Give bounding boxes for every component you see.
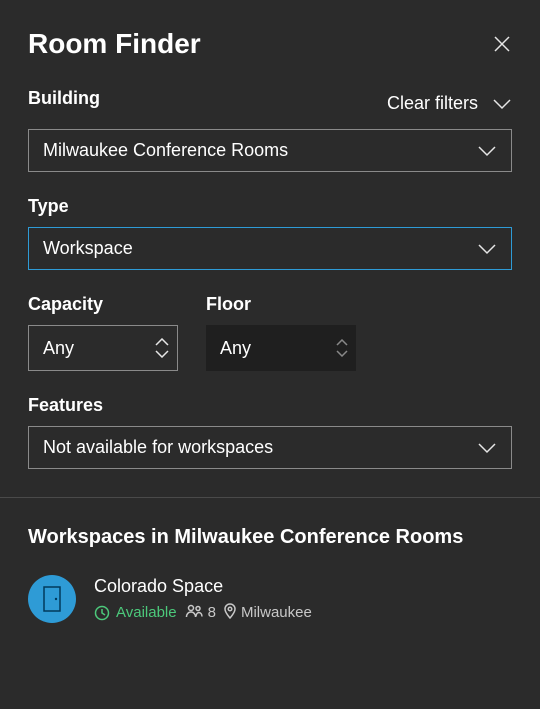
people-icon <box>185 604 203 622</box>
chevron-down-icon <box>155 350 169 358</box>
close-button[interactable] <box>492 34 512 54</box>
divider <box>0 497 540 498</box>
type-select[interactable]: Workspace <box>28 227 512 270</box>
features-label: Features <box>28 395 512 416</box>
status-text: Available <box>116 604 177 621</box>
chevron-up-icon <box>336 339 348 346</box>
building-label: Building <box>28 88 100 109</box>
results-heading: Workspaces in Milwaukee Conference Rooms <box>28 526 512 549</box>
chevron-down-icon <box>492 98 512 110</box>
clock-icon <box>94 605 110 621</box>
stepper-arrows <box>328 339 356 357</box>
floor-stepper: Any <box>206 325 356 371</box>
clear-filters-label: Clear filters <box>387 93 478 114</box>
capacity-meta: 8 <box>185 604 216 622</box>
type-label: Type <box>28 196 512 217</box>
door-icon <box>28 575 76 623</box>
chevron-down-icon <box>477 145 497 157</box>
chevron-up-icon <box>155 338 169 346</box>
chevron-down-icon <box>477 243 497 255</box>
floor-value: Any <box>206 338 265 359</box>
capacity-stepper[interactable]: Any <box>28 325 178 371</box>
capacity-label: Capacity <box>28 294 178 315</box>
location-text: Milwaukee <box>241 604 312 621</box>
page-title: Room Finder <box>28 28 201 60</box>
pin-icon <box>224 603 236 623</box>
availability-status: Available <box>94 604 177 621</box>
location-meta: Milwaukee <box>224 603 312 623</box>
capacity-value: Any <box>29 338 88 359</box>
building-value: Milwaukee Conference Rooms <box>43 140 288 161</box>
features-select[interactable]: Not available for workspaces <box>28 426 512 469</box>
chevron-down-icon <box>477 442 497 454</box>
chevron-down-icon <box>336 350 348 357</box>
close-icon <box>493 35 511 53</box>
capacity-text: 8 <box>208 604 216 621</box>
building-select[interactable]: Milwaukee Conference Rooms <box>28 129 512 172</box>
clear-filters-button[interactable]: Clear filters <box>387 93 512 114</box>
workspace-result-item[interactable]: Colorado Space Available 8 Milwaukee <box>28 575 512 623</box>
type-value: Workspace <box>43 238 133 259</box>
workspace-name: Colorado Space <box>94 576 312 597</box>
features-value: Not available for workspaces <box>43 437 273 458</box>
floor-label: Floor <box>206 294 356 315</box>
stepper-arrows <box>147 338 177 358</box>
